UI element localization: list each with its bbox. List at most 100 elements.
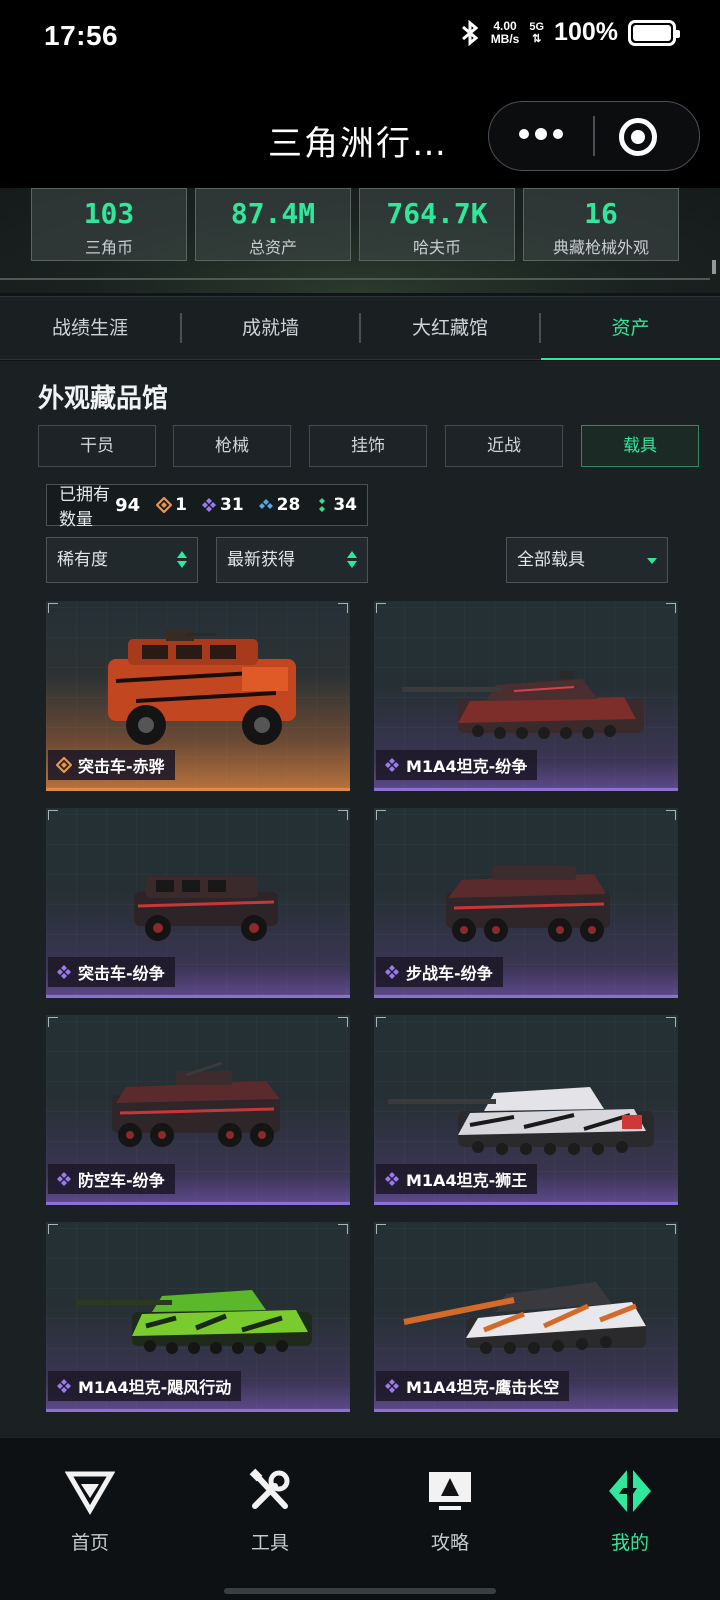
rarity-count: 1 (175, 495, 187, 515)
vehicle-name: 步战车-纷争 (406, 964, 493, 983)
vehicle-label: 突击车-赤骅 (48, 750, 175, 780)
rarity-count-orange: 1 (156, 495, 187, 515)
network-speed: 4.00 MB/s (490, 18, 520, 46)
green-diamond-icon (319, 498, 326, 512)
close-miniprogram-icon[interactable] (619, 118, 657, 156)
category-melee[interactable]: 近战 (445, 425, 563, 467)
vehicle-card[interactable]: M1A4坦克-狮王 (374, 1015, 678, 1205)
tab-red-collection[interactable]: 大红藏馆 (361, 297, 539, 359)
purple-diamond-icon (201, 498, 216, 512)
vehicle-name: M1A4坦克-纷争 (406, 757, 528, 776)
monitor-guide-icon (429, 1472, 471, 1510)
stat-label: 三角币 (84, 238, 133, 257)
nav-profile[interactable]: 我的 (575, 1466, 685, 1566)
bottom-navigation: 首页 工具 攻略 我的 (0, 1437, 720, 1600)
category-operators[interactable]: 干员 (38, 425, 156, 467)
nav-guides[interactable]: 攻略 (395, 1466, 505, 1566)
rarity-count-purple: 31 (201, 495, 244, 515)
nav-label: 我的 (610, 1532, 649, 1554)
dropdown-value: 全部载具 (517, 550, 585, 570)
vehicle-card[interactable]: 突击车-纷争 (46, 808, 350, 998)
stat-card-collection-skins: 16 典藏枪械外观 (523, 188, 679, 261)
vehicle-name: M1A4坦克-飓风行动 (78, 1378, 232, 1397)
purple-diamond-icon (385, 1379, 399, 1393)
stat-value: 87.4M (230, 197, 316, 230)
battery-percent: 100% (554, 18, 618, 46)
home-indicator[interactable] (224, 1588, 496, 1594)
stats-scroll-tick (712, 260, 716, 274)
vehicle-card[interactable]: M1A4坦克-纷争 (374, 601, 678, 791)
vehicle-label: M1A4坦克-纷争 (376, 750, 538, 780)
network-label: 5G (529, 20, 545, 33)
stat-label: 典藏枪械外观 (552, 238, 649, 257)
sort-arrows-icon (177, 551, 187, 569)
vehicle-label: M1A4坦克-飓风行动 (48, 1371, 242, 1401)
vehicle-type-dropdown[interactable]: 全部载具 (506, 537, 668, 583)
purple-diamond-icon (385, 965, 399, 979)
profile-logo-icon (609, 1470, 651, 1512)
stat-card-total-assets: 87.4M 总资产 (195, 188, 351, 261)
status-time: 17:56 (44, 20, 119, 51)
battery-icon (628, 19, 680, 46)
chevron-down-icon (647, 558, 657, 564)
purple-diamond-icon (385, 758, 399, 772)
owned-total: 94 (115, 494, 141, 516)
vehicle-label: M1A4坦克-狮王 (376, 1164, 538, 1194)
rarity-count-green: 34 (314, 495, 357, 515)
nav-label: 工具 (250, 1532, 289, 1554)
vehicle-name: 突击车-赤骅 (78, 757, 165, 776)
vehicle-label: M1A4坦克-鹰击长空 (376, 1371, 570, 1401)
owned-count-box: 已拥有数量 94 1 31 28 34 (46, 484, 368, 530)
tools-icon (249, 1468, 290, 1509)
rarity-sort-dropdown[interactable]: 稀有度 (46, 537, 198, 583)
net-speed-unit: MB/s (490, 31, 520, 46)
tab-achievements[interactable]: 成就墙 (182, 297, 359, 359)
tab-career[interactable]: 战绩生涯 (0, 297, 180, 359)
category-guns[interactable]: 枪械 (173, 425, 291, 467)
delta-logo-icon (65, 1471, 115, 1515)
more-options-icon[interactable] (519, 128, 563, 140)
category-vehicles[interactable]: 载具 (581, 425, 699, 467)
vehicle-card[interactable]: M1A4坦克-飓风行动 (46, 1222, 350, 1412)
net-speed-value: 4.00 (493, 18, 517, 33)
stat-card-hafu-coins: 764.7K 哈夫币 (359, 188, 515, 261)
section-title: 外观藏品馆 (38, 384, 169, 414)
vehicle-name: M1A4坦克-狮王 (406, 1171, 528, 1190)
vehicle-name: 防空车-纷争 (78, 1171, 165, 1190)
nav-label: 首页 (70, 1532, 109, 1554)
dropdown-value: 最新获得 (227, 550, 295, 570)
purple-diamond-icon (57, 1379, 71, 1393)
stats-divider (0, 278, 710, 280)
tab-assets[interactable]: 资产 (541, 297, 720, 360)
vehicle-card[interactable]: 防空车-纷争 (46, 1015, 350, 1205)
nav-home[interactable]: 首页 (35, 1466, 145, 1566)
rarity-count-blue: 28 (258, 495, 300, 515)
orange-diamond-icon (56, 757, 72, 773)
owned-label: 已拥有数量 (59, 485, 110, 530)
vehicle-name: 突击车-纷争 (78, 964, 165, 983)
stat-value: 103 (83, 197, 135, 230)
status-icons: 4.00 MB/s 5G ⇅ 100% (459, 18, 680, 47)
vehicle-card[interactable]: 突击车-赤骅 (46, 601, 350, 791)
nav-label: 攻略 (430, 1532, 469, 1554)
nav-tools[interactable]: 工具 (215, 1466, 325, 1566)
orange-diamond-icon (156, 497, 173, 513)
vehicle-card[interactable]: 步战车-纷争 (374, 808, 678, 998)
vehicle-name: M1A4坦克-鹰击长空 (406, 1378, 560, 1397)
stat-label: 总资产 (248, 238, 297, 257)
purple-diamond-icon (385, 1172, 399, 1186)
capsule-menu (488, 101, 700, 171)
time-sort-dropdown[interactable]: 最新获得 (216, 537, 368, 583)
assets-content: 外观藏品馆 干员 枪械 挂饰 近战 载具 已拥有数量 94 1 31 28 34… (0, 361, 720, 1437)
page-title: 三角洲行… (268, 124, 448, 164)
vehicle-label: 步战车-纷争 (376, 957, 503, 987)
dropdown-value: 稀有度 (57, 550, 108, 570)
vehicle-label: 突击车-纷争 (48, 957, 175, 987)
stat-value: 764.7K (386, 197, 488, 230)
rarity-count: 31 (219, 495, 244, 515)
purple-diamond-icon (57, 1172, 71, 1186)
data-arrows-icon: ⇅ (532, 32, 542, 45)
category-charms[interactable]: 挂饰 (309, 425, 427, 467)
vehicle-card[interactable]: M1A4坦克-鹰击长空 (374, 1222, 678, 1412)
profile-tabs: 战绩生涯 成就墙 大红藏馆 资产 (0, 296, 720, 360)
